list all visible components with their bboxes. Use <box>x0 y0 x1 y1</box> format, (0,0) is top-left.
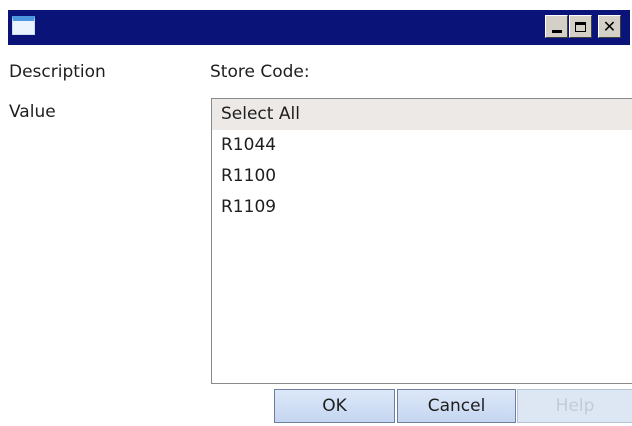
ok-button[interactable]: OK <box>274 389 395 423</box>
dialog-window: ✕ Description Store Code: Value Select A… <box>0 0 632 426</box>
list-item-r1109[interactable]: R1109 <box>212 192 632 223</box>
close-icon: ✕ <box>602 16 617 36</box>
store-code-label: Store Code: <box>210 62 310 82</box>
store-code-listbox[interactable]: Select All R1044 R1100 R1109 <box>211 98 632 384</box>
help-button: Help <box>517 389 632 423</box>
title-bar[interactable]: ✕ <box>8 10 630 45</box>
list-item-r1044[interactable]: R1044 <box>212 130 632 161</box>
list-item-select-all[interactable]: Select All <box>212 99 632 130</box>
app-window-icon <box>12 16 35 35</box>
minimize-icon <box>551 29 562 33</box>
list-item-r1100[interactable]: R1100 <box>212 161 632 192</box>
value-label: Value <box>9 102 56 122</box>
close-button[interactable]: ✕ <box>598 15 621 38</box>
cancel-button[interactable]: Cancel <box>397 389 516 423</box>
minimize-button[interactable] <box>545 15 568 38</box>
maximize-icon <box>575 21 586 32</box>
description-label: Description <box>9 62 106 82</box>
maximize-button[interactable] <box>569 15 592 38</box>
